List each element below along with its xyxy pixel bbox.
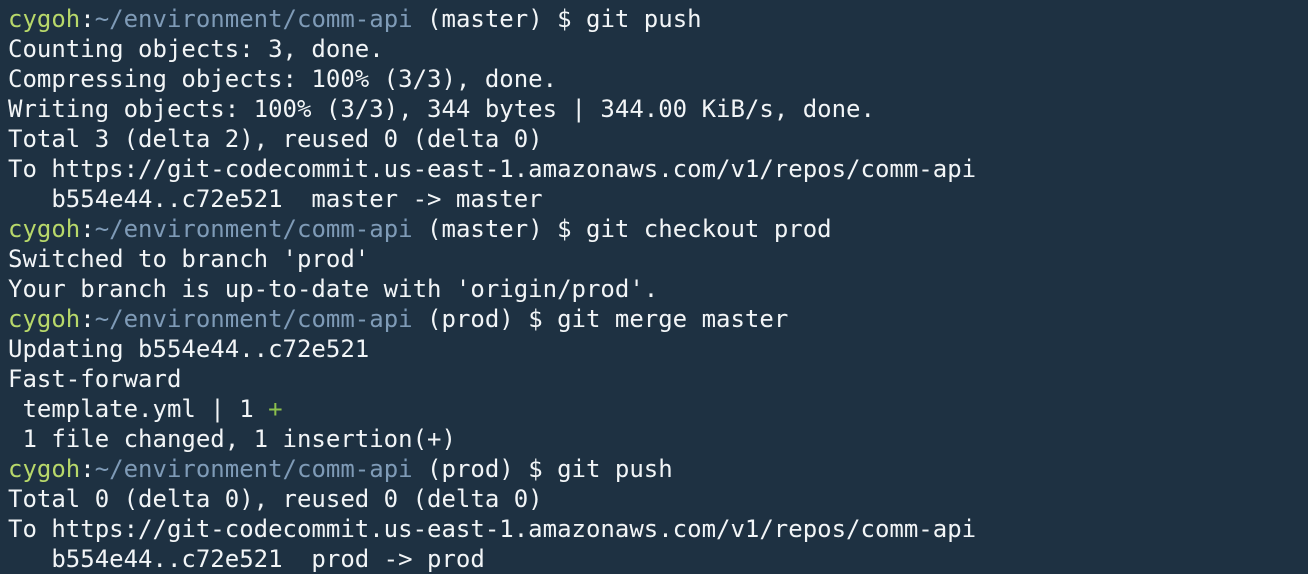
- output-line: Total 0 (delta 0), reused 0 (delta 0): [8, 485, 543, 513]
- output-line: To https://git-codecommit.us-east-1.amaz…: [8, 515, 977, 543]
- prompt-separator: :: [80, 215, 95, 243]
- prompt-user: cygoh: [8, 305, 81, 333]
- output-line: Fast-forward: [8, 365, 182, 393]
- prompt-user: cygoh: [8, 215, 81, 243]
- prompt-path: ~/environment/comm-api: [94, 455, 413, 483]
- output-line: b554e44..c72e521 prod -> prod: [8, 545, 485, 573]
- output-line: Switched to branch 'prod': [8, 245, 370, 273]
- prompt-line: cygoh:~/environment/comm-api (prod) $ gi…: [8, 454, 1308, 484]
- diffstat-plus: +: [268, 395, 283, 423]
- prompt-separator: :: [80, 455, 95, 483]
- prompt-branch: (prod): [412, 455, 529, 483]
- output-line: To https://git-codecommit.us-east-1.amaz…: [8, 155, 977, 183]
- output-line: Writing objects: 100% (3/3), 344 bytes |…: [8, 95, 875, 123]
- output-line: b554e44..c72e521 master -> master: [8, 185, 543, 213]
- prompt-branch: (prod): [412, 305, 529, 333]
- diffstat-line: template.yml | 1 +: [8, 394, 1308, 424]
- prompt-line: cygoh:~/environment/comm-api (prod) $ gi…: [8, 304, 1308, 334]
- prompt-separator: :: [80, 5, 95, 33]
- prompt-user: cygoh: [8, 5, 81, 33]
- prompt-path: ~/environment/comm-api: [94, 5, 413, 33]
- prompt-user: cygoh: [8, 455, 81, 483]
- terminal-output: cygoh:~/environment/comm-api (master) $ …: [8, 4, 1308, 574]
- terminal-window[interactable]: cygoh:~/environment/comm-api (master) $ …: [0, 0, 1308, 574]
- output-line: Compressing objects: 100% (3/3), done.: [8, 65, 558, 93]
- diffstat-text: template.yml | 1: [8, 395, 269, 423]
- prompt-path: ~/environment/comm-api: [94, 215, 413, 243]
- output-line: Updating b554e44..c72e521: [8, 335, 370, 363]
- prompt-command: $ git merge master: [528, 305, 789, 333]
- prompt-line: cygoh:~/environment/comm-api (master) $ …: [8, 4, 1308, 34]
- prompt-command: $ git push: [528, 455, 673, 483]
- output-line: 1 file changed, 1 insertion(+): [8, 425, 456, 453]
- prompt-branch: (master): [412, 5, 558, 33]
- prompt-line: cygoh:~/environment/comm-api (master) $ …: [8, 214, 1308, 244]
- output-line: Your branch is up-to-date with 'origin/p…: [8, 275, 659, 303]
- output-line: Total 3 (delta 2), reused 0 (delta 0): [8, 125, 543, 153]
- prompt-branch: (master): [412, 215, 558, 243]
- prompt-separator: :: [80, 305, 95, 333]
- prompt-command: $ git push: [557, 5, 702, 33]
- prompt-command: $ git checkout prod: [557, 215, 832, 243]
- output-line: Counting objects: 3, done.: [8, 35, 384, 63]
- prompt-path: ~/environment/comm-api: [94, 305, 413, 333]
